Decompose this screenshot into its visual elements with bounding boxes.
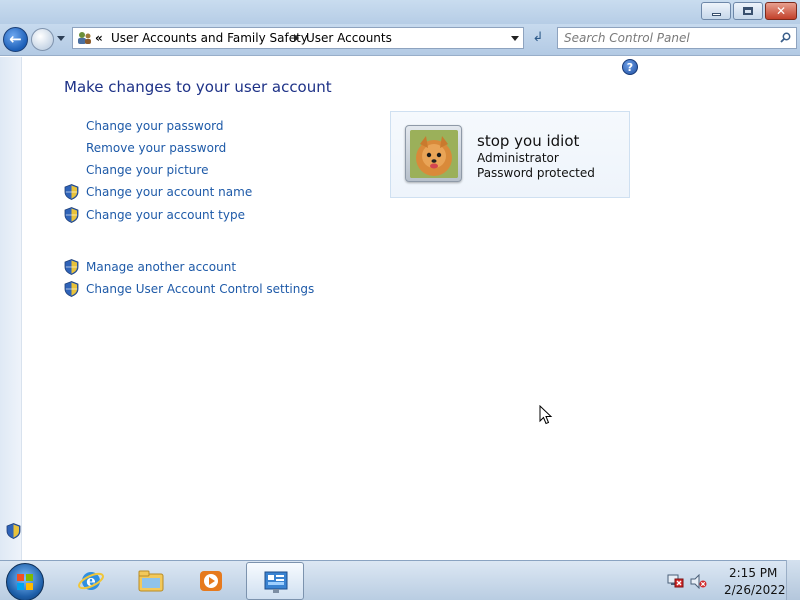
page-title: Make changes to your user account — [64, 78, 332, 96]
taskbar-internet-explorer[interactable]: e — [62, 562, 120, 600]
uac-shield-icon — [64, 184, 79, 200]
show-desktop-button[interactable] — [786, 560, 800, 600]
taskbar: e — [0, 560, 800, 600]
uac-settings-link[interactable]: Change User Account Control settings — [86, 282, 314, 296]
account-status: Password protected — [477, 166, 595, 180]
account-name: stop you idiot — [477, 132, 580, 150]
volume-muted-icon[interactable] — [690, 574, 707, 589]
left-pane — [0, 57, 22, 560]
uac-shield-icon — [6, 523, 21, 539]
search-input[interactable] — [564, 30, 774, 46]
breadcrumb-family-safety[interactable]: User Accounts and Family Safety — [111, 31, 308, 45]
refresh-icon: ↲ — [532, 30, 544, 45]
start-orb-icon — [17, 574, 33, 590]
remove-password-link[interactable]: Remove your password — [86, 141, 226, 155]
address-bar[interactable]: « User Accounts and Family Safety User A… — [72, 27, 524, 49]
breadcrumb-chevron-icon[interactable] — [294, 34, 299, 42]
uac-shield-icon — [64, 259, 79, 275]
recent-pages-dropdown[interactable] — [57, 36, 65, 41]
taskbar-windows-explorer[interactable] — [122, 562, 180, 600]
window-titlebar: ✕ — [0, 0, 800, 24]
minimize-button[interactable] — [701, 2, 731, 20]
network-icon[interactable] — [667, 574, 684, 589]
start-button[interactable] — [6, 563, 44, 600]
mouse-cursor-icon — [539, 405, 553, 425]
breadcrumb-overflow[interactable]: « — [95, 31, 103, 45]
uac-shield-icon — [64, 281, 79, 297]
internet-explorer-icon: e — [78, 572, 104, 590]
dog-avatar-icon — [410, 130, 458, 178]
uac-shield-icon — [64, 207, 79, 223]
avatar[interactable] — [405, 125, 462, 182]
maximize-button[interactable] — [733, 2, 763, 20]
control-panel-icon — [264, 571, 288, 593]
back-arrow-icon: ← — [9, 30, 22, 48]
back-button[interactable]: ← — [3, 27, 28, 52]
address-dropdown-icon[interactable] — [511, 36, 519, 41]
help-button[interactable]: ? — [622, 59, 638, 75]
forward-button[interactable] — [31, 28, 54, 51]
close-icon: ✕ — [776, 4, 787, 18]
search-box[interactable] — [557, 27, 797, 49]
breadcrumb-user-accounts[interactable]: User Accounts — [306, 31, 392, 45]
search-icon[interactable] — [780, 32, 791, 43]
manage-another-account-link[interactable]: Manage another account — [86, 260, 236, 274]
media-player-icon — [200, 571, 222, 591]
account-card: stop you idiot Administrator Password pr… — [390, 111, 630, 198]
change-picture-link[interactable]: Change your picture — [86, 163, 208, 177]
refresh-button[interactable]: ↲ — [527, 27, 549, 49]
windows-explorer-icon — [138, 570, 164, 592]
taskbar-control-panel[interactable] — [246, 562, 304, 600]
user-accounts-icon — [78, 32, 91, 44]
close-button[interactable]: ✕ — [765, 2, 797, 20]
account-type: Administrator — [477, 151, 559, 165]
minimize-icon — [712, 13, 721, 16]
change-password-link[interactable]: Change your password — [86, 119, 224, 133]
change-account-type-link[interactable]: Change your account type — [86, 208, 245, 222]
change-account-name-link[interactable]: Change your account name — [86, 185, 252, 199]
clock-date[interactable]: 2/26/2022 — [724, 583, 786, 597]
clock-time[interactable]: 2:15 PM — [729, 566, 777, 580]
taskbar-media-player[interactable] — [182, 562, 240, 600]
restore-icon — [743, 7, 753, 15]
